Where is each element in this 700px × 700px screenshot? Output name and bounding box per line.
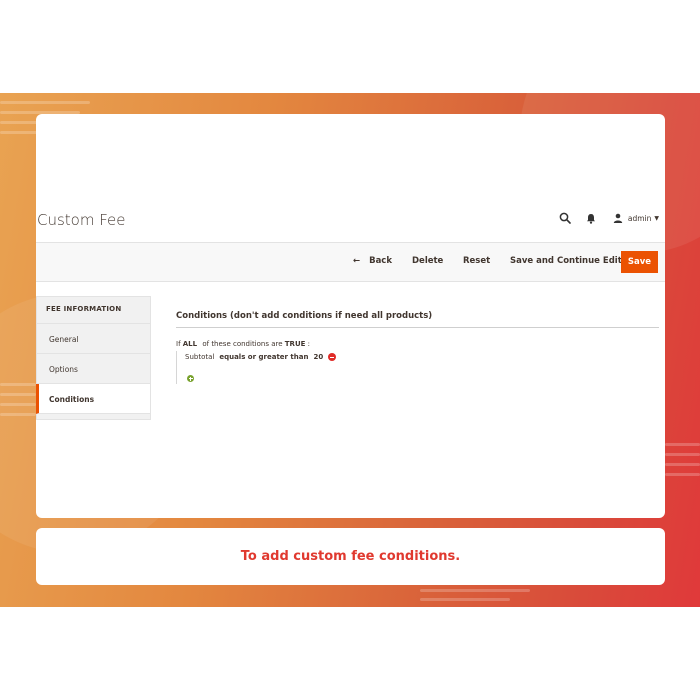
section-divider <box>176 327 659 328</box>
aggregator-select[interactable]: ALL <box>183 340 197 348</box>
tab-conditions[interactable]: Conditions <box>36 384 151 414</box>
decor-stripe <box>420 598 510 601</box>
add-condition-icon[interactable] <box>187 375 194 382</box>
remove-condition-icon[interactable] <box>328 353 337 361</box>
conditions-tree: Subtotal equals or greater than 20 <box>176 351 376 384</box>
condition-row: Subtotal equals or greater than 20 <box>185 353 337 361</box>
page-actions-toolbar: ← Back Delete Reset Save and Continue Ed… <box>36 242 665 282</box>
admin-menu[interactable]: admin ▼ <box>613 213 659 223</box>
header-actions: admin ▼ <box>549 210 659 226</box>
back-button[interactable]: ← Back <box>353 256 392 266</box>
decor-stripe <box>665 463 700 466</box>
condition-attribute: Subtotal <box>185 353 215 361</box>
tab-general[interactable]: General <box>36 324 151 354</box>
value-select[interactable]: TRUE <box>285 340 306 348</box>
admin-panel: Custom Fee admin ▼ ← Back Delete Reset S… <box>36 114 665 518</box>
sidebar-footer <box>36 414 151 420</box>
decor-stripe <box>0 383 36 386</box>
delete-button[interactable]: Delete <box>412 256 443 266</box>
search-icon[interactable] <box>555 210 575 226</box>
reset-button[interactable]: Reset <box>463 256 490 266</box>
user-icon <box>613 213 623 223</box>
rule-aggregator-line: If ALL of these conditions are TRUE : <box>176 340 311 348</box>
decor-stripe <box>0 403 36 406</box>
decor-stripe <box>665 443 700 446</box>
decor-stripe <box>665 453 700 456</box>
caption-banner: To add custom fee conditions. <box>36 528 665 585</box>
caption-text: To add custom fee conditions. <box>240 549 461 564</box>
caret-down-icon: ▼ <box>654 214 659 222</box>
tab-options[interactable]: Options <box>36 354 151 384</box>
save-button[interactable]: Save <box>621 251 658 273</box>
bell-icon[interactable] <box>581 210 601 226</box>
conditions-section-title: Conditions (don't add conditions if need… <box>176 311 433 321</box>
decor-stripe <box>0 413 36 416</box>
admin-username: admin <box>627 213 652 223</box>
fee-information-tabs: FEE INFORMATION General Options Conditio… <box>36 296 151 420</box>
decor-stripe <box>420 589 530 592</box>
decor-stripe <box>665 473 700 476</box>
decor-stripe <box>0 393 36 396</box>
decor-stripe <box>0 101 90 104</box>
condition-operator[interactable]: equals or greater than <box>219 353 308 361</box>
condition-value[interactable]: 20 <box>313 353 323 361</box>
sidebar-heading: FEE INFORMATION <box>36 296 151 324</box>
page-title: Custom Fee <box>37 211 126 229</box>
save-and-continue-button[interactable]: Save and Continue Edit <box>510 256 622 266</box>
arrow-left-icon: ← <box>353 256 361 266</box>
